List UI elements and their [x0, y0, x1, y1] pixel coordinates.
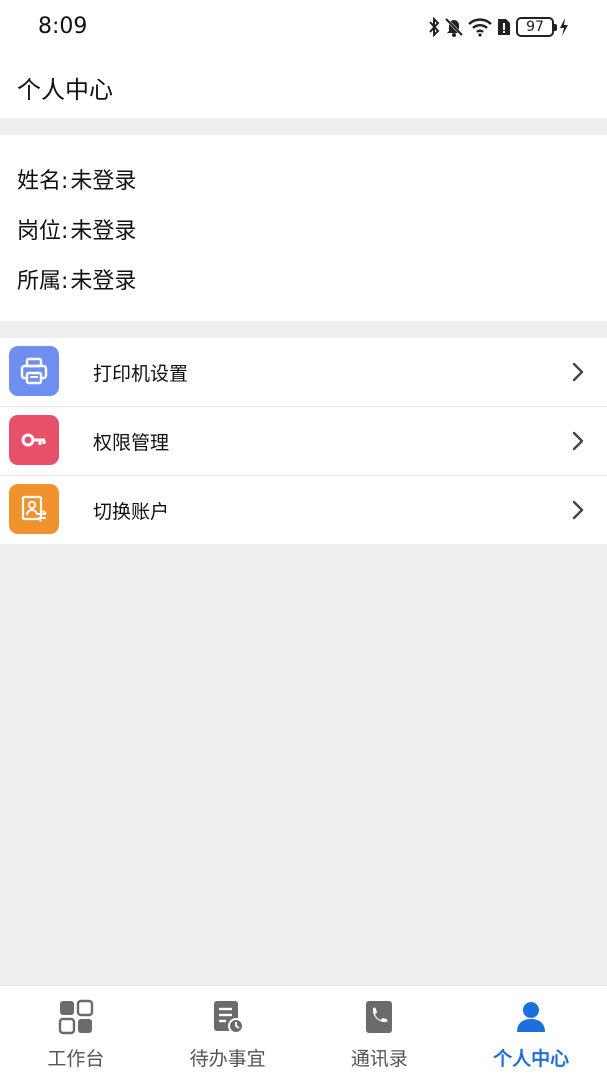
tab-label: 通讯录: [350, 1048, 408, 1070]
dept-label: 所属:: [17, 269, 69, 294]
menu-item-printer-settings[interactable]: 打印机设置: [0, 338, 607, 407]
wifi-icon: [468, 17, 492, 37]
tab-label: 待办事宜: [189, 1048, 266, 1070]
switch-account-icon: [9, 484, 59, 534]
page-title: 个人中心: [17, 76, 113, 104]
battery-icon: 97: [516, 17, 557, 37]
bottom-tab-bar: 工作台 待办事宜 通讯录 个人中心: [0, 985, 607, 1080]
menu-item-permission-management[interactable]: 权限管理: [0, 407, 607, 476]
menu-item-label: 切换账户: [93, 501, 170, 523]
sim-alert-icon: [497, 17, 511, 37]
post-value: 未登录: [70, 219, 137, 244]
tab-contacts[interactable]: 通讯录: [304, 986, 456, 1080]
tab-profile[interactable]: 个人中心: [455, 986, 607, 1080]
header: 个人中心: [0, 56, 607, 118]
name-value: 未登录: [70, 169, 137, 194]
tab-label: 工作台: [47, 1048, 105, 1070]
bluetooth-icon: [428, 17, 440, 37]
status-icons: 97: [428, 16, 569, 38]
bell-muted-icon: [445, 17, 463, 37]
charging-icon: [559, 17, 569, 37]
profile-name-row: 姓名: 未登录: [17, 163, 136, 195]
grid-icon: [58, 999, 94, 1035]
menu-item-switch-account[interactable]: 切换账户: [0, 476, 607, 544]
menu-item-label: 打印机设置: [93, 363, 189, 385]
todo-icon: [210, 999, 246, 1035]
profile-post-row: 岗位: 未登录: [17, 213, 136, 245]
phone-book-icon: [361, 999, 397, 1035]
name-label: 姓名:: [17, 169, 69, 194]
profile-card: 姓名: 未登录 岗位: 未登录 所属: 未登录: [0, 135, 607, 321]
tab-todo[interactable]: 待办事宜: [152, 986, 304, 1080]
profile-dept-row: 所属: 未登录: [17, 263, 136, 295]
dept-value: 未登录: [70, 269, 137, 294]
printer-icon: [9, 346, 59, 396]
tab-workbench[interactable]: 工作台: [0, 986, 152, 1080]
status-time: 8:09: [38, 14, 88, 39]
menu-item-label: 权限管理: [93, 432, 170, 454]
person-icon: [513, 999, 549, 1035]
post-label: 岗位:: [17, 219, 69, 244]
key-icon: [9, 415, 59, 465]
status-bar: 8:09 97: [0, 0, 607, 56]
chevron-right-icon: [572, 362, 584, 382]
tab-label: 个人中心: [493, 1048, 570, 1070]
settings-menu: 打印机设置 权限管理 切换账户: [0, 338, 607, 544]
chevron-right-icon: [572, 431, 584, 451]
chevron-right-icon: [572, 500, 584, 520]
